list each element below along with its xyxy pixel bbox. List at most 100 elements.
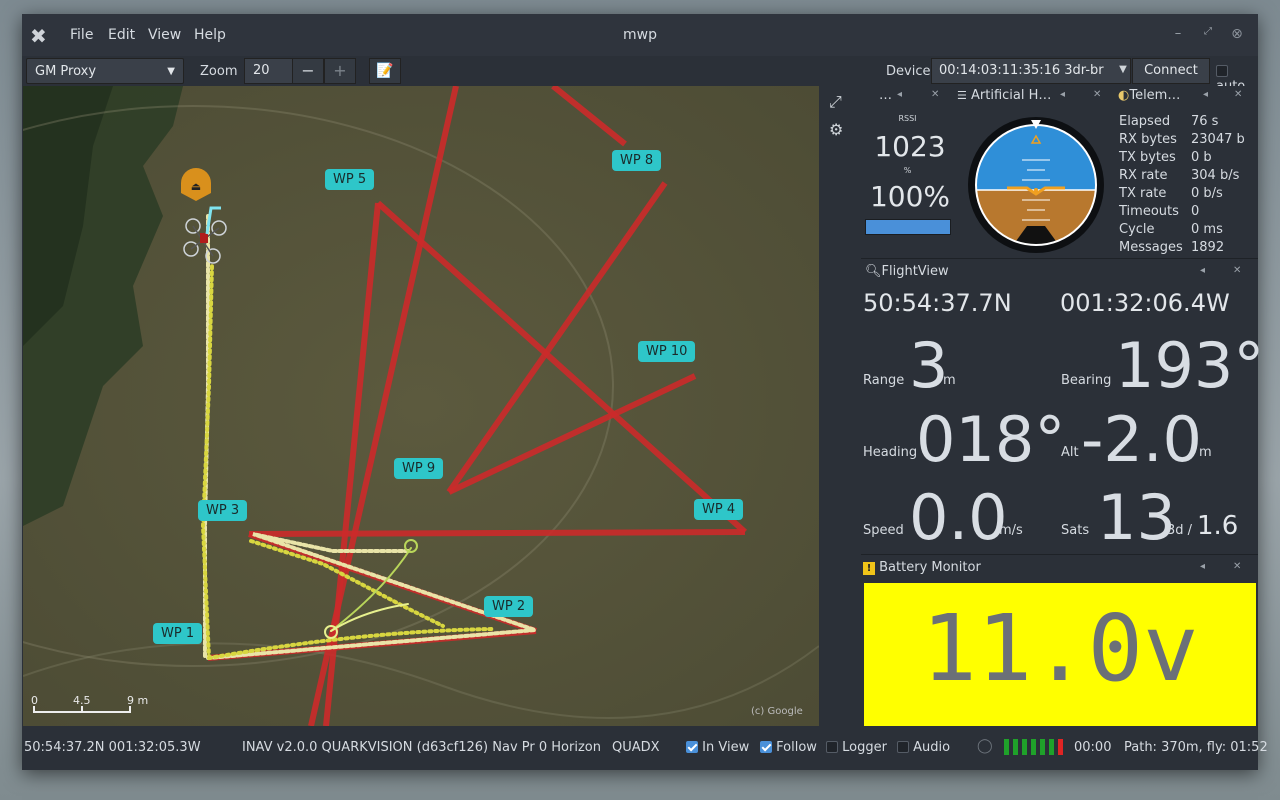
- mission-edit-button[interactable]: 📝: [369, 58, 401, 84]
- range-label: Range: [863, 373, 905, 388]
- waypoint-wp3[interactable]: WP 3: [198, 500, 248, 521]
- rssi-percent: 100%: [869, 180, 951, 213]
- panel-float-icon[interactable]: ◂: [897, 89, 902, 100]
- follow-toggle[interactable]: Follow: [760, 740, 817, 755]
- status-timer: 00:00: [1074, 740, 1112, 755]
- audio-label: Audio: [913, 740, 951, 755]
- main-window: ✖ File Edit View Help mwp – ⤢ ⊗ GM Proxy…: [22, 14, 1268, 770]
- alt-unit: m: [1199, 445, 1212, 460]
- sats-fix: 3d /: [1167, 523, 1193, 538]
- in-view-toggle[interactable]: In View: [686, 740, 749, 755]
- panel-close-icon[interactable]: ✕: [1233, 265, 1241, 276]
- zoom-in-button[interactable]: +: [324, 58, 356, 84]
- telemetry-value: 76 s: [1191, 114, 1219, 129]
- follow-label: Follow: [776, 740, 817, 755]
- map-view[interactable]: ⏏ WP 1 WP 2 WP 3 WP 4 WP 5 WP 8 WP 9 WP …: [23, 86, 819, 726]
- waypoint-wp9[interactable]: WP 9: [394, 458, 444, 479]
- alt-value: -2.0: [1081, 403, 1202, 476]
- logger-label: Logger: [842, 740, 887, 755]
- waypoint-wp8[interactable]: WP 8: [612, 150, 662, 171]
- waypoint-label: WP 10: [646, 344, 688, 359]
- connect-button[interactable]: Connect: [1132, 58, 1210, 84]
- rssi-bar-fill: [866, 220, 950, 234]
- waypoint-wp2[interactable]: WP 2: [484, 596, 534, 617]
- status-position: 50:54:37.2N 001:32:05.3W: [24, 740, 201, 755]
- telemetry-value: 23047 b: [1191, 132, 1245, 147]
- waypoint-label: WP 3: [206, 503, 240, 518]
- panel-float-icon[interactable]: ◂: [1200, 265, 1205, 276]
- telemetry-value: 0 b/s: [1191, 186, 1223, 201]
- chevron-down-icon: ▼: [167, 66, 175, 77]
- panel-float-icon[interactable]: ◂: [1060, 89, 1065, 100]
- in-view-checkbox[interactable]: [686, 741, 698, 753]
- close-icon[interactable]: ⊗: [1228, 26, 1246, 42]
- waypoint-wp1[interactable]: WP 1: [153, 623, 203, 644]
- map-scale: 0 4.5 9 m: [31, 694, 151, 718]
- panel-close-icon[interactable]: ✕: [1093, 89, 1101, 100]
- ahi-title-text: Artificial H…: [971, 88, 1052, 103]
- telemetry-panel-title: ◐Telem…: [1118, 88, 1180, 103]
- map-source-select[interactable]: GM Proxy ▼: [26, 58, 184, 84]
- waypoint-label: WP 8: [620, 153, 654, 168]
- warning-icon: !: [863, 562, 875, 575]
- hdop-value: 1.6: [1197, 511, 1239, 541]
- telemetry-key: TX rate: [1119, 186, 1167, 201]
- telemetry-value: 304 b/s: [1191, 168, 1240, 183]
- latitude: 50:54:37.7N: [863, 289, 1012, 317]
- magnifier-icon: 🔍︎: [865, 264, 882, 279]
- audio-toggle[interactable]: Audio: [897, 740, 950, 755]
- menu-edit[interactable]: Edit: [108, 27, 135, 43]
- artificial-horizon-panel: ☰ Artificial H… ◂ ✕: [955, 86, 1115, 258]
- panel-close-icon[interactable]: ✕: [1234, 89, 1242, 100]
- logger-toggle[interactable]: Logger: [826, 740, 887, 755]
- map-canvas[interactable]: ⏏: [23, 86, 819, 726]
- waypoint-wp4[interactable]: WP 4: [694, 499, 744, 520]
- panel-close-icon[interactable]: ✕: [1233, 561, 1241, 572]
- panel-float-icon[interactable]: ◂: [1203, 89, 1208, 100]
- gear-icon[interactable]: ⚙: [829, 120, 843, 139]
- telemetry-icon: ◐: [1118, 88, 1130, 103]
- follow-checkbox[interactable]: [760, 741, 772, 753]
- device-select[interactable]: 00:14:03:11:35:16 3dr-br: [931, 58, 1131, 84]
- device-label: Device: [886, 64, 931, 79]
- waypoint-label: WP 9: [402, 461, 436, 476]
- waypoint-wp5[interactable]: WP 5: [325, 169, 375, 190]
- logger-checkbox[interactable]: [826, 741, 838, 753]
- telemetry-title-text: Telem…: [1129, 88, 1181, 103]
- battery-panel-title: ! Battery Monitor: [863, 560, 981, 575]
- status-fc-info: INAV v2.0.0 QUARKVISION (d63cf126) Nav P…: [242, 740, 601, 755]
- panel-close-icon[interactable]: ✕: [931, 89, 939, 100]
- telemetry-key: RX rate: [1119, 168, 1168, 183]
- minimize-icon[interactable]: –: [1169, 26, 1187, 41]
- map-copyright: (c) Google: [751, 706, 803, 717]
- telemetry-key: Messages: [1119, 240, 1183, 255]
- rssi-percent-symbol: %: [903, 166, 912, 175]
- auto-checkbox[interactable]: [1216, 65, 1228, 77]
- rssi-bar: [865, 219, 951, 235]
- toolbar: GM Proxy ▼ Zoom 20 − + 📝 Device 00:14:03…: [22, 56, 1258, 94]
- signal-bars: [1004, 739, 1064, 755]
- telemetry-key: Cycle: [1119, 222, 1155, 237]
- menu-view[interactable]: View: [148, 27, 181, 43]
- telemetry-key: RX bytes: [1119, 132, 1177, 147]
- waypoint-wp10[interactable]: WP 10: [638, 341, 696, 362]
- device-dropdown-icon[interactable]: ▼: [1114, 58, 1132, 84]
- speed-value: 0.0: [909, 481, 1008, 554]
- panel-grip-icon: ☰: [957, 89, 967, 102]
- zoom-out-button[interactable]: −: [292, 58, 324, 84]
- app-logo-icon: ✖: [30, 24, 47, 48]
- svg-text:⏏: ⏏: [191, 180, 201, 193]
- panel-float-icon[interactable]: ◂: [1200, 561, 1205, 572]
- status-frame: QUADX: [612, 740, 660, 755]
- telemetry-key: TX bytes: [1119, 150, 1176, 165]
- audio-checkbox[interactable]: [897, 741, 909, 753]
- sats-label: Sats: [1061, 523, 1090, 538]
- rssi-value: 1023: [874, 130, 946, 163]
- restore-icon[interactable]: ⤢: [1199, 26, 1217, 37]
- menu-file[interactable]: File: [70, 27, 93, 43]
- fullscreen-icon[interactable]: ⤢: [829, 92, 842, 112]
- flightview-panel: 🔍︎FlightView ◂ ✕ 50:54:37.7N 001:32:06.4…: [861, 259, 1264, 554]
- menu-help[interactable]: Help: [194, 27, 226, 43]
- map-side-toolbar: ⤢ ⚙: [819, 86, 855, 726]
- status-path: Path: 370m, fly: 01:52: [1124, 740, 1268, 755]
